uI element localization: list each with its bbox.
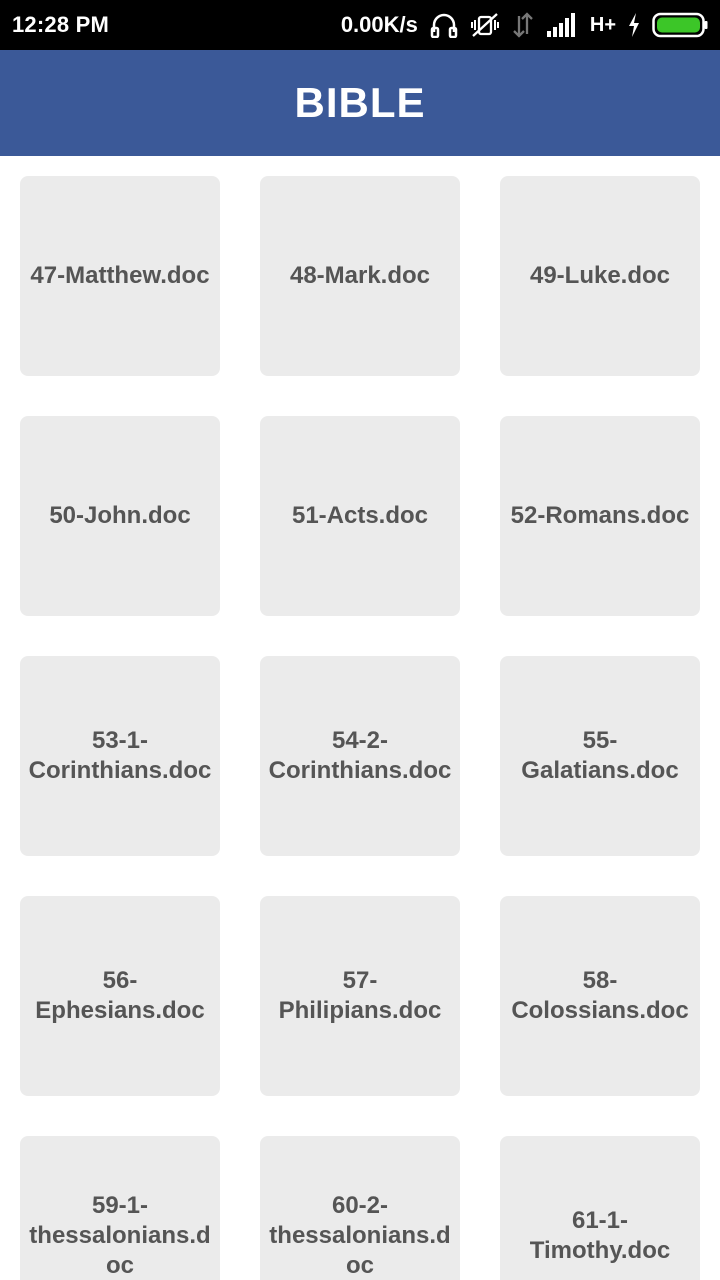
file-name-line: oc [105, 1252, 134, 1279]
file-name-line: 54-2- [331, 727, 388, 754]
file-name: 59-1- thessalonians.d oc [29, 1191, 210, 1280]
file-name-line: 53-1- [91, 727, 148, 754]
file-name-line: 59-1- [91, 1192, 148, 1219]
status-time: 12:28 PM [12, 12, 109, 37]
file-name: 60-2- thessalonians.d oc [269, 1191, 450, 1280]
file-tile[interactable]: 52-Romans.doc [500, 416, 700, 616]
file-name-line: 58- [582, 967, 618, 994]
app-bar: BIBLE [0, 50, 720, 156]
file-grid: 47-Matthew.doc 48-Mark.doc 49-Luke.doc 5… [0, 156, 720, 1280]
file-name: 47-Matthew.doc [30, 261, 209, 291]
file-name-line: 56- [102, 967, 138, 994]
file-name: 54-2- Corinthians.doc [269, 726, 452, 786]
file-name: 51-Acts.doc [292, 501, 428, 531]
status-icons: 0.00K/s H+ [341, 12, 708, 38]
file-name: 48-Mark.doc [290, 261, 430, 291]
file-name-line: Colossians.doc [511, 997, 689, 1024]
file-tile[interactable]: 50-John.doc [20, 416, 220, 616]
file-tile[interactable]: 61-1- Timothy.doc [500, 1136, 700, 1280]
charging-icon [628, 13, 640, 37]
file-tile[interactable]: 56- Ephesians.doc [20, 896, 220, 1096]
file-name: 49-Luke.doc [530, 261, 670, 291]
mute-vibrate-icon [470, 12, 500, 38]
data-arrows-icon [512, 12, 534, 38]
network-type: H+ [589, 13, 616, 36]
file-name-line: Philipians.doc [278, 997, 442, 1024]
file-name-line: Corinthians.doc [268, 757, 452, 784]
file-tile[interactable]: 49-Luke.doc [500, 176, 700, 376]
file-name-line: oc [345, 1252, 374, 1279]
file-tile[interactable]: 51-Acts.doc [260, 416, 460, 616]
file-tile[interactable]: 60-2- thessalonians.d oc [260, 1136, 460, 1280]
file-name-line: thessalonians.d [29, 1222, 211, 1249]
page-title: BIBLE [294, 79, 426, 126]
file-name-line: 47-Matthew.doc [30, 262, 210, 289]
file-tile[interactable]: 58- Colossians.doc [500, 896, 700, 1096]
file-name-line: 50-John.doc [49, 502, 191, 529]
file-name-line: 61-1- [571, 1207, 628, 1234]
headphones-icon [430, 12, 458, 38]
file-name: 61-1- Timothy.doc [530, 1206, 670, 1266]
file-name: 55- Galatians.doc [521, 726, 678, 786]
file-name-line: 48-Mark.doc [289, 262, 431, 289]
file-tile[interactable]: 57- Philipians.doc [260, 896, 460, 1096]
file-name-line: 52-Romans.doc [510, 502, 690, 529]
file-name-line: 49-Luke.doc [529, 262, 671, 289]
file-name-line: 60-2- [331, 1192, 388, 1219]
file-name-line: 51-Acts.doc [291, 502, 429, 529]
file-name-line: Timothy.doc [529, 1237, 671, 1264]
status-bar: 12:28 PM 0.00K/s H+ [0, 0, 720, 50]
file-name: 56- Ephesians.doc [35, 966, 204, 1026]
file-tile[interactable]: 53-1- Corinthians.doc [20, 656, 220, 856]
file-tile[interactable]: 55- Galatians.doc [500, 656, 700, 856]
battery-icon [652, 12, 708, 38]
signal-icon [546, 13, 578, 37]
file-name-line: Galatians.doc [521, 757, 679, 784]
file-name: 53-1- Corinthians.doc [29, 726, 212, 786]
file-tile[interactable]: 59-1- thessalonians.d oc [20, 1136, 220, 1280]
file-name-line: Corinthians.doc [28, 757, 212, 784]
file-name: 57- Philipians.doc [279, 966, 442, 1026]
file-name-line: Ephesians.doc [35, 997, 205, 1024]
file-name: 58- Colossians.doc [511, 966, 688, 1026]
file-tile[interactable]: 47-Matthew.doc [20, 176, 220, 376]
file-name-line: 57- [342, 967, 378, 994]
file-name: 50-John.doc [49, 501, 190, 531]
file-name-line: 55- [582, 727, 618, 754]
file-name-line: thessalonians.d [269, 1222, 451, 1249]
file-tile[interactable]: 54-2- Corinthians.doc [260, 656, 460, 856]
network-speed: 0.00K/s [340, 12, 418, 37]
file-name: 52-Romans.doc [511, 501, 690, 531]
file-tile[interactable]: 48-Mark.doc [260, 176, 460, 376]
